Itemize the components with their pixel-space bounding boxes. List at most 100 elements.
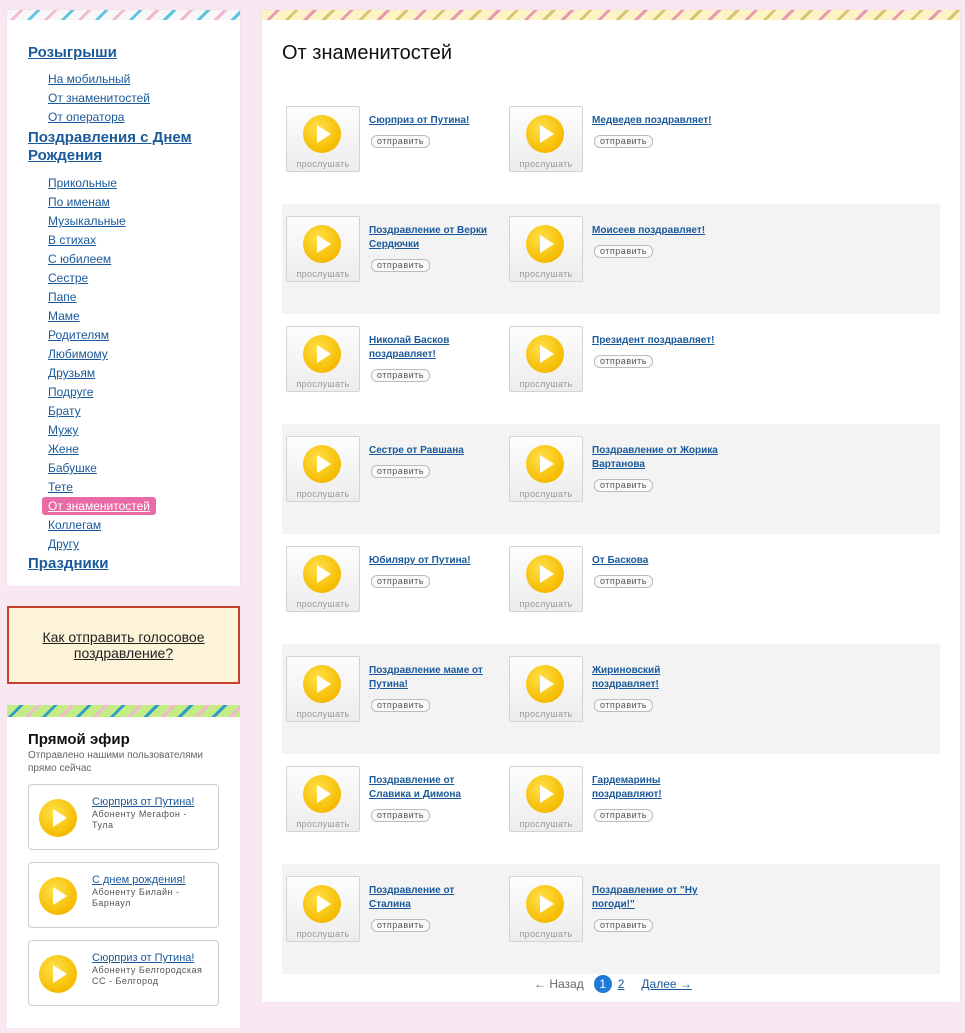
listen-thumb[interactable]: прослушать [509,326,583,392]
play-icon[interactable] [303,115,341,153]
nav-item-link[interactable]: Родителям [48,328,109,342]
listen-thumb[interactable]: прослушать [509,876,583,942]
send-button[interactable]: отправить [594,479,653,492]
listen-thumb[interactable]: прослушать [509,106,583,172]
play-icon[interactable] [303,225,341,263]
play-icon[interactable] [303,775,341,813]
nav-item-link[interactable]: От знаменитостей [48,91,150,105]
nav-item-link[interactable]: В стихах [48,233,96,247]
greeting-title[interactable]: Медведев поздравляет! [592,114,720,128]
nav-item-link[interactable]: Жене [48,442,79,456]
send-button[interactable]: отправить [371,575,430,588]
listen-thumb[interactable]: прослушать [509,656,583,722]
play-icon[interactable] [526,775,564,813]
live-item[interactable]: Сюрприз от Путина! Абоненту Белгородская … [28,940,219,1006]
nav-item-link[interactable]: От оператора [48,110,124,124]
nav-item-link[interactable]: Другу [48,537,79,551]
nav-item-link[interactable]: Тете [48,480,73,494]
greeting-title[interactable]: Поздравление маме от Путина! [369,664,497,692]
nav-item-link[interactable]: Друзьям [48,366,95,380]
play-icon[interactable] [39,799,77,837]
greeting-title[interactable]: Гардемарины поздравляют! [592,774,720,802]
greeting-title[interactable]: От Баскова [592,554,720,568]
send-button[interactable]: отправить [371,465,430,478]
greeting-title[interactable]: Поздравление от Верки Сердючки [369,224,497,252]
send-button[interactable]: отправить [371,809,430,822]
play-icon[interactable] [526,885,564,923]
send-button[interactable]: отправить [594,919,653,932]
send-button[interactable]: отправить [594,809,653,822]
nav-item-link[interactable]: Брату [48,404,81,418]
listen-thumb[interactable]: прослушать [286,326,360,392]
nav-item-link[interactable]: Сестре [48,271,88,285]
nav-item-link[interactable]: Мужу [48,423,78,437]
pager-next[interactable]: Далее → [641,977,691,991]
nav-item-link[interactable]: Музыкальные [48,214,126,228]
nav-item-link[interactable]: На мобильный [48,72,130,86]
play-icon[interactable] [526,225,564,263]
nav-section-birthday[interactable]: Поздравления с Днем Рождения [28,129,213,165]
live-item-title[interactable]: Сюрприз от Путина! [92,796,194,809]
greeting-title[interactable]: Сестре от Равшана [369,444,497,458]
live-item[interactable]: Сюрприз от Путина! Абоненту Мегафон - Тул… [28,784,219,850]
nav-item-link[interactable]: С юбилеем [48,252,111,266]
greeting-title[interactable]: Поздравление от Славика и Димона [369,774,497,802]
greeting-title[interactable]: Моисеев поздравляет! [592,224,720,238]
play-icon[interactable] [303,555,341,593]
send-button[interactable]: отправить [594,699,653,712]
nav-item-link[interactable]: Любимому [48,347,108,361]
live-item[interactable]: С днем рождения! Абоненту Билайн - Барнау… [28,862,219,928]
listen-thumb[interactable]: прослушать [286,216,360,282]
send-button[interactable]: отправить [371,699,430,712]
nav-section-pranks[interactable]: Розыгрыши [28,44,240,62]
nav-item-link[interactable]: Прикольные [48,176,117,190]
listen-thumb[interactable]: прослушать [509,546,583,612]
listen-thumb[interactable]: прослушать [286,656,360,722]
nav-item-link[interactable]: От знаменитостей [42,497,156,515]
greeting-title[interactable]: Жириновский поздравляет! [592,664,720,692]
play-icon[interactable] [303,665,341,703]
pager-page-2[interactable]: 2 [618,977,625,991]
listen-thumb[interactable]: прослушать [509,216,583,282]
play-icon[interactable] [526,555,564,593]
send-button[interactable]: отправить [594,135,653,148]
greeting-title[interactable]: Сюрприз от Путина! [369,114,497,128]
play-icon[interactable] [526,335,564,373]
nav-item-link[interactable]: Коллегам [48,518,101,532]
greeting-title[interactable]: Поздравление от "Ну погоди!" [592,884,720,912]
play-icon[interactable] [303,445,341,483]
send-button[interactable]: отправить [594,355,653,368]
nav-item-link[interactable]: Маме [48,309,80,323]
send-button[interactable]: отправить [594,575,653,588]
listen-thumb[interactable]: прослушать [286,546,360,612]
listen-thumb[interactable]: прослушать [286,106,360,172]
howto-link[interactable]: Как отправить голосовое поздравление? [34,629,214,661]
nav-item-link[interactable]: По именам [48,195,110,209]
play-icon[interactable] [303,335,341,373]
send-button[interactable]: отправить [371,259,430,272]
play-icon[interactable] [526,665,564,703]
live-item-title[interactable]: Сюрприз от Путина! [92,952,194,965]
send-button[interactable]: отправить [371,135,430,148]
pager-prev[interactable]: ← Назад [534,977,584,991]
play-icon[interactable] [303,885,341,923]
play-icon[interactable] [526,115,564,153]
listen-thumb[interactable]: прослушать [286,766,360,832]
send-button[interactable]: отправить [371,369,430,382]
listen-thumb[interactable]: прослушать [509,766,583,832]
greeting-title[interactable]: Юбиляру от Путина! [369,554,497,568]
play-icon[interactable] [526,445,564,483]
listen-thumb[interactable]: прослушать [509,436,583,502]
listen-thumb[interactable]: прослушать [286,876,360,942]
nav-item-link[interactable]: Подруге [48,385,93,399]
play-icon[interactable] [39,877,77,915]
greeting-title[interactable]: Президент поздравляет! [592,334,720,348]
nav-item-link[interactable]: Бабушке [48,461,97,475]
send-button[interactable]: отправить [594,245,653,258]
send-button[interactable]: отправить [371,919,430,932]
play-icon[interactable] [39,955,77,993]
nav-section-holidays[interactable]: Праздники [28,555,240,573]
greeting-title[interactable]: Поздравление от Сталина [369,884,497,912]
listen-thumb[interactable]: прослушать [286,436,360,502]
nav-item-link[interactable]: Папе [48,290,76,304]
